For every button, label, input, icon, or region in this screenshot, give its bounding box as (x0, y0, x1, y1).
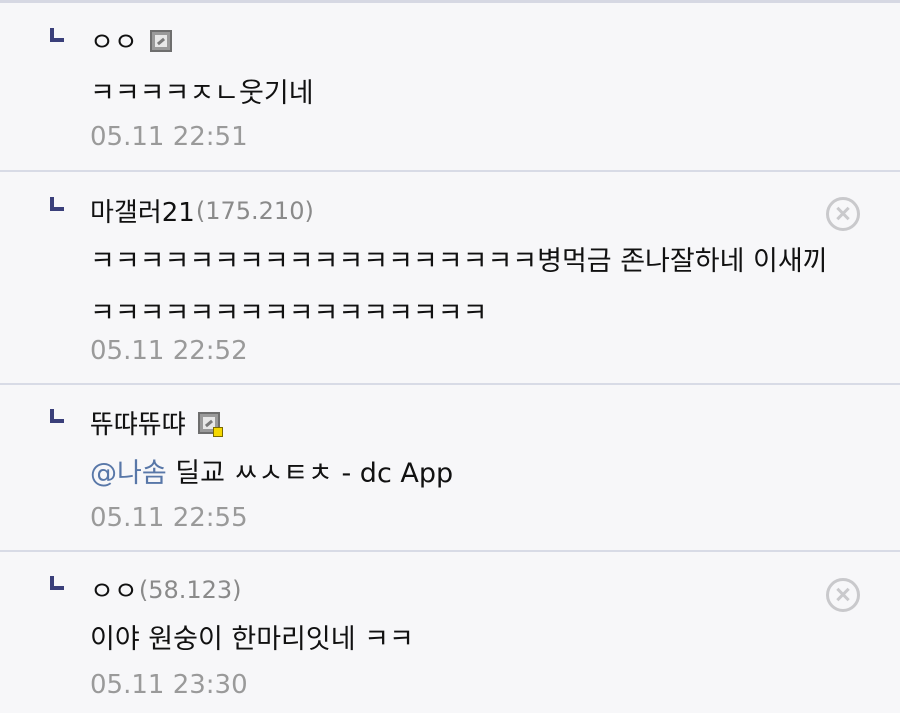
reply-arrow-icon (50, 409, 64, 423)
comment-author: ㅇㅇ (58.123) (90, 571, 242, 608)
divider (0, 383, 900, 385)
reply-arrow-icon (50, 197, 64, 211)
comment-author: ㅇㅇ (90, 22, 172, 59)
mention-link[interactable]: @나솜 (90, 458, 167, 489)
ip-address: (58.123) (138, 575, 242, 604)
reply-arrow-icon (50, 28, 64, 42)
fixed-member-icon (149, 29, 172, 52)
nickname[interactable]: ㅇㅇ (90, 22, 138, 59)
nickname[interactable]: 마갤러21 (90, 192, 195, 229)
comment-date: 05.11 22:55 (90, 503, 248, 533)
divider (0, 0, 900, 3)
comment-text: ㅋㅋㅋㅋㅋㅋㅋㅋㅋㅋㅋㅋㅋㅋㅋㅋㅋㅋ병먹금 존나잘하네 이새끼 ㅋㅋㅋㅋㅋㅋㅋㅋ… (90, 246, 828, 329)
comment-date: 05.11 22:51 (90, 122, 248, 152)
half-fixed-member-icon (197, 411, 223, 437)
comment-text: ㅋㅋㅋㅋㅈㄴ웃기네 (90, 78, 314, 109)
comment-author: 마갤러21 (175.210) (90, 192, 314, 229)
delete-comment-button[interactable] (826, 197, 860, 231)
comment-text: 이야 원숭이 한마리잇네 ㅋㅋ (90, 624, 414, 655)
divider (0, 170, 900, 172)
nickname[interactable]: ㅇㅇ (90, 571, 138, 608)
nickname[interactable]: 뜌땨뜌땨 (90, 404, 186, 441)
comment-list: ㅇㅇ ㅋㅋㅋㅋㅈㄴ웃기네 05.11 22:51 마갤러21 (175.210)… (0, 0, 900, 713)
comment-date: 05.11 23:30 (90, 670, 248, 700)
divider (0, 550, 900, 552)
comment-author: 뜌땨뜌땨 (90, 404, 223, 441)
comment-date: 05.11 22:52 (90, 336, 248, 366)
delete-comment-button[interactable] (826, 578, 860, 612)
reply-arrow-icon (50, 576, 64, 590)
comment-text: @나솜 딜교 ㅆㅅㅌㅊ - dc App (90, 458, 454, 489)
ip-address: (175.210) (195, 196, 314, 225)
